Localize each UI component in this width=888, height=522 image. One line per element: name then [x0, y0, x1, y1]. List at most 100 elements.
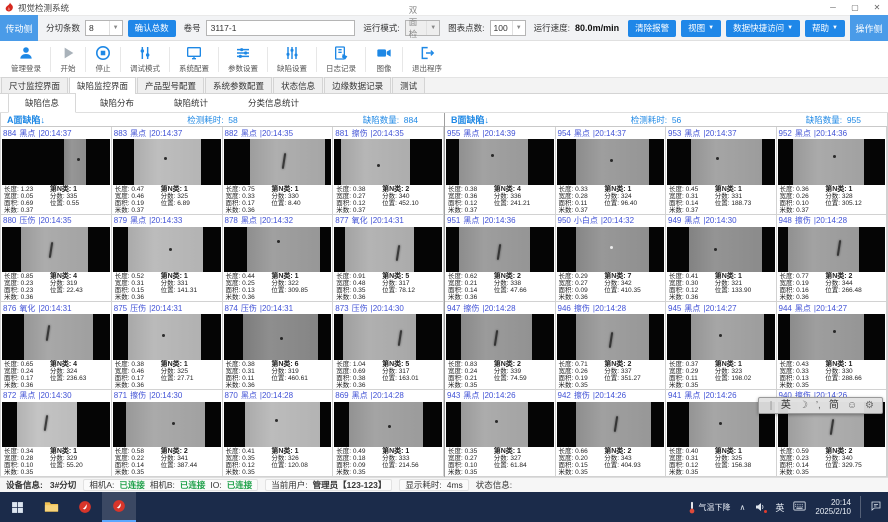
clear-alarm-button[interactable]: 清除报警 [628, 20, 676, 37]
defect-cell[interactable]: 879黑点|20:14:33长度: 0.52宽度: 0.31面积: 0.15米数… [112, 215, 223, 303]
defect-image[interactable] [113, 139, 221, 185]
defect-image[interactable] [2, 402, 110, 448]
ribbon-button-monitor[interactable]: 系统配置 [170, 41, 218, 77]
defect-cell[interactable]: 881擦伤|20:14:35长度: 0.38宽度: 0.27面积: 0.12米数… [333, 127, 444, 215]
ribbon-button-stop[interactable]: 停止 [86, 41, 120, 77]
defect-cell[interactable]: 947擦伤|20:14:28长度: 0.83宽度: 0.24面积: 0.21米数… [445, 302, 556, 390]
defect-cell[interactable]: 883黑点|20:14:37长度: 0.47宽度: 0.46面积: 0.19米数… [112, 127, 223, 215]
defect-image[interactable] [113, 314, 221, 360]
defect-cell[interactable]: 877氧化|20:14:31长度: 0.91宽度: 0.48面积: 0.35米数… [333, 215, 444, 303]
defect-cell[interactable]: 874压伤|20:14:31长度: 0.38宽度: 0.31面积: 0.11米数… [223, 302, 334, 390]
defect-image[interactable] [667, 314, 775, 360]
tab-3[interactable]: 系统参数配置 [205, 77, 272, 93]
defect-cell[interactable]: 876氧化|20:14:31长度: 0.65宽度: 0.24面积: 0.17米数… [1, 302, 112, 390]
defect-image[interactable] [446, 402, 554, 448]
ime-lang-simplified[interactable]: 简 [829, 398, 839, 413]
taskbar-language-button[interactable]: 英 [775, 501, 784, 514]
ribbon-button-exit[interactable]: 退出程序 [403, 41, 451, 77]
taskbar-clock[interactable]: 20:14 2025/2/10 [815, 498, 851, 516]
detection-app-button-active[interactable] [102, 492, 136, 522]
defect-cell[interactable]: 953黑点|20:14:37长度: 0.45宽度: 0.31面积: 0.14米数… [666, 127, 777, 215]
defect-image[interactable] [334, 227, 442, 273]
defect-cell[interactable]: 872黑点|20:14:30长度: 0.34宽度: 0.28面积: 0.10米数… [1, 390, 112, 478]
punctuation-icon[interactable]: ’, [816, 398, 821, 413]
defect-cell[interactable]: 949黑点|20:14:30长度: 0.41宽度: 0.30面积: 0.12米数… [666, 215, 777, 303]
defect-cell[interactable]: 951黑点|20:14:36长度: 0.62宽度: 0.21面积: 0.14米数… [445, 215, 556, 303]
tab-1[interactable]: 缺陷监控界面 [69, 77, 136, 94]
defect-cell[interactable]: 954黑点|20:14:37长度: 0.33宽度: 0.28面积: 0.11米数… [556, 127, 667, 215]
tab-4[interactable]: 状态信息 [273, 77, 323, 93]
defect-cell[interactable]: 948擦伤|20:14:28长度: 0.77宽度: 0.19面积: 0.16米数… [777, 215, 888, 303]
defect-image[interactable] [778, 227, 886, 273]
defect-cell[interactable]: 880压伤|20:14:35长度: 0.85宽度: 0.23面积: 0.23米数… [1, 215, 112, 303]
defect-image[interactable] [2, 227, 110, 273]
volume-button[interactable] [754, 501, 766, 513]
defect-image[interactable] [667, 139, 775, 185]
ribbon-button-journal[interactable]: 日志记录 [317, 41, 365, 77]
start-button[interactable] [0, 492, 34, 522]
defect-image[interactable] [113, 227, 221, 273]
tab-0[interactable]: 尺寸监控界面 [1, 77, 68, 93]
action-center-button[interactable] [870, 500, 882, 514]
defect-cell[interactable]: 942擦伤|20:14:26长度: 0.66宽度: 0.20面积: 0.15米数… [556, 390, 667, 478]
file-explorer-button[interactable] [34, 492, 68, 522]
tab-6[interactable]: 测试 [392, 77, 425, 93]
close-button[interactable]: ✕ [866, 0, 888, 15]
defect-image[interactable] [557, 402, 665, 448]
view-menu-button[interactable]: 视图▼ [681, 20, 721, 37]
defect-image[interactable] [224, 139, 332, 185]
ime-keyboard-button[interactable] [793, 501, 806, 513]
defect-cell[interactable]: 875压伤|20:14:31长度: 0.38宽度: 0.46面积: 0.17米数… [112, 302, 223, 390]
subtab-2[interactable]: 缺陷统计 [158, 94, 224, 112]
defect-image[interactable] [667, 227, 775, 273]
subtab-3[interactable]: 分类信息统计 [232, 94, 315, 112]
defect-cell[interactable]: 950小白点|20:14:32长度: 0.29宽度: 0.27面积: 0.09米… [556, 215, 667, 303]
defect-image[interactable] [224, 402, 332, 448]
help-menu-button[interactable]: 帮助▼ [805, 20, 845, 37]
tab-2[interactable]: 产品型号配置 [137, 77, 204, 93]
quick-access-menu-button[interactable]: 数据快捷访问▼ [726, 20, 800, 37]
defect-image[interactable] [446, 227, 554, 273]
defect-cell[interactable]: 871擦伤|20:14:30长度: 0.58宽度: 0.22面积: 0.14米数… [112, 390, 223, 478]
defect-image[interactable] [778, 314, 886, 360]
defect-image[interactable] [557, 227, 665, 273]
maximize-button[interactable]: ▢ [844, 0, 866, 15]
defect-image[interactable] [446, 314, 554, 360]
defect-image[interactable] [2, 314, 110, 360]
defect-cell[interactable]: 952黑点|20:14:36长度: 0.36宽度: 0.26面积: 0.10米数… [777, 127, 888, 215]
defect-cell[interactable]: 870黑点|20:14:28长度: 0.41宽度: 0.35面积: 0.12米数… [223, 390, 334, 478]
ribbon-button-sliders-vertical2[interactable]: 缺陷设置 [268, 41, 316, 77]
defect-image[interactable] [224, 314, 332, 360]
confirm-total-button[interactable]: 确认总数 [128, 20, 176, 37]
defect-image[interactable] [778, 139, 886, 185]
defect-cell[interactable]: 946擦伤|20:14:28长度: 0.71宽度: 0.26面积: 0.19米数… [556, 302, 667, 390]
settings-gear-icon[interactable]: ⚙ [865, 398, 874, 413]
defect-cell[interactable]: 945黑点|20:14:27长度: 0.37宽度: 0.29面积: 0.11米数… [666, 302, 777, 390]
roll-no-input[interactable]: 3117-1 [206, 20, 356, 36]
operate-side-button[interactable]: 操作侧 [850, 15, 888, 41]
ribbon-button-user[interactable]: 管理登录 [2, 41, 50, 77]
defect-cell[interactable]: 882黑点|20:14:35长度: 0.75宽度: 0.33面积: 0.17米数… [223, 127, 334, 215]
defect-cell[interactable]: 944黑点|20:14:27长度: 0.43宽度: 0.33面积: 0.13米数… [777, 302, 888, 390]
defect-image[interactable] [557, 139, 665, 185]
drag-handle-icon[interactable]: ❘ [767, 400, 775, 411]
drive-side-button[interactable]: 传动侧 [0, 15, 38, 41]
run-mode-select[interactable]: 双面检测▼ [405, 20, 440, 36]
ribbon-button-camera[interactable]: 图像 [366, 41, 402, 77]
ribbon-button-sliders-horizontal[interactable]: 参数设置 [219, 41, 267, 77]
chart-points-select[interactable]: 100▼ [490, 20, 526, 36]
ribbon-button-sliders-vertical[interactable]: 调试模式 [121, 41, 169, 77]
minimize-button[interactable]: ─ [822, 0, 844, 15]
defect-cell[interactable]: 943黑点|20:14:26长度: 0.35宽度: 0.27面积: 0.10米数… [445, 390, 556, 478]
defect-image[interactable] [224, 227, 332, 273]
defect-cell[interactable]: 873压伤|20:14:30长度: 1.04宽度: 0.69面积: 0.38米数… [333, 302, 444, 390]
moon-icon[interactable]: ☽ [799, 398, 808, 413]
defect-image[interactable] [113, 402, 221, 448]
defect-cell[interactable]: 955黑点|20:14:39长度: 0.38宽度: 0.36面积: 0.12米数… [445, 127, 556, 215]
defect-cell[interactable]: 878黑点|20:14:32长度: 0.44宽度: 0.25面积: 0.13米数… [223, 215, 334, 303]
tab-5[interactable]: 边缘数据记录 [324, 77, 391, 93]
emoji-icon[interactable]: ☺ [847, 398, 857, 413]
slit-count-select[interactable]: 8▼ [85, 20, 123, 36]
defect-image[interactable] [334, 402, 442, 448]
defect-image[interactable] [334, 139, 442, 185]
